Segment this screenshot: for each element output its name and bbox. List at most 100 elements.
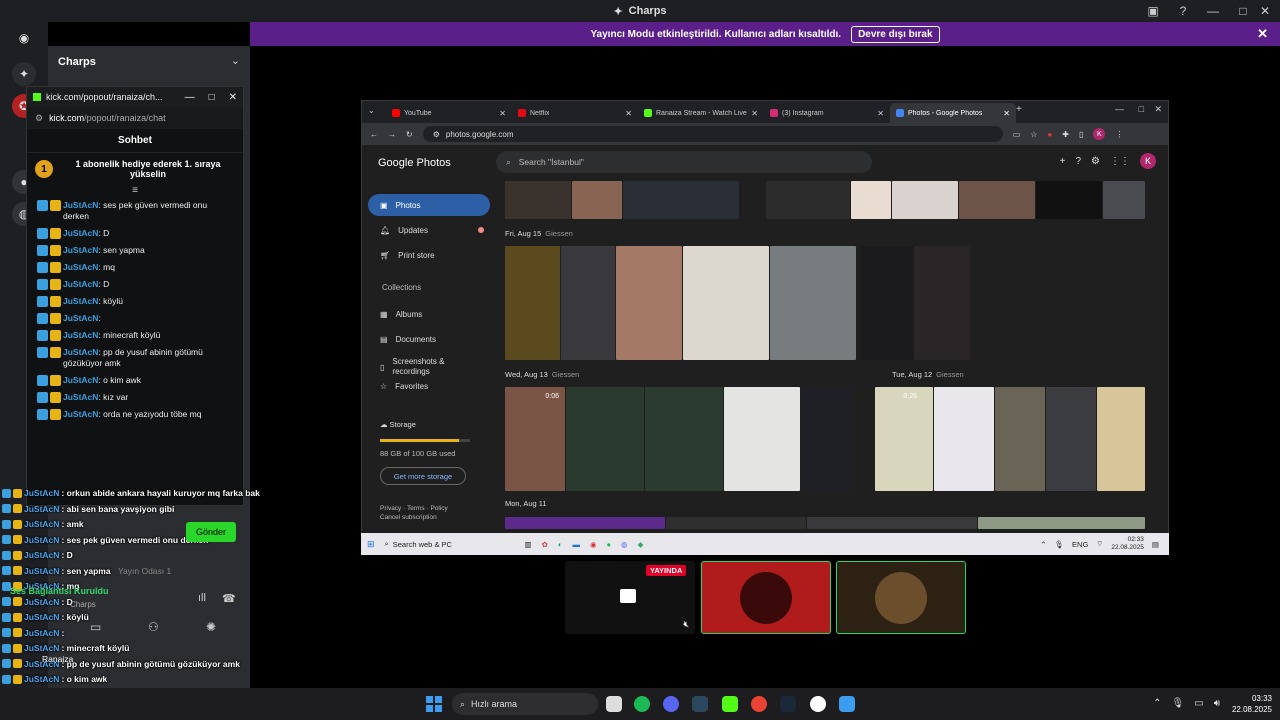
photo-thumbnail[interactable] (892, 181, 958, 219)
apps-grid-icon[interactable]: ⋮⋮ (1110, 156, 1130, 167)
user-name[interactable]: Ranaiza (42, 654, 73, 664)
cast-icon[interactable]: ▭ (1013, 130, 1021, 139)
language-indicator[interactable]: ENG (1072, 540, 1088, 549)
photo-thumbnail[interactable] (934, 387, 994, 491)
nav-albums[interactable]: ▦ Albums (368, 303, 490, 325)
gift-sub-promo[interactable]: 1 1 abonelik hediye ederek 1. sıraya yük… (27, 153, 243, 185)
terms-link[interactable]: Terms (407, 505, 425, 512)
close-tab-icon[interactable]: ✕ (751, 109, 758, 118)
photo-thumbnail[interactable] (505, 181, 571, 219)
popout-url-bar[interactable]: ⚙ kick.com/popout/ranaiza/chat (27, 107, 243, 129)
video-thumbnail[interactable]: 0:26 (875, 387, 933, 491)
photo-thumbnail[interactable] (572, 181, 622, 219)
photo-thumbnail[interactable] (807, 517, 977, 529)
google-photos-logo[interactable]: Google Photos (378, 157, 451, 169)
address-bar[interactable]: ⚙ photos.google.com (422, 126, 1003, 142)
help-icon[interactable]: ? (1075, 156, 1081, 167)
send-button[interactable]: Gönder (186, 522, 236, 542)
chevron-up-icon[interactable]: ⌃ (1153, 698, 1161, 709)
server-icon-charps[interactable]: ✦ (12, 62, 36, 86)
photo-thumbnail[interactable] (505, 246, 560, 360)
close-tab-icon[interactable]: ✕ (1003, 109, 1010, 118)
discord-icon[interactable] (663, 696, 679, 712)
chat-username[interactable]: JuStAcN (63, 330, 98, 340)
photos-search[interactable]: ⌕ Search "İstanbul" (496, 151, 872, 173)
browser-tab[interactable]: (3) Instagram ✕ (764, 103, 890, 123)
photo-thumbnail[interactable] (1097, 387, 1145, 491)
new-tab-button[interactable]: + (1016, 104, 1022, 115)
photo-thumbnail[interactable] (851, 181, 891, 219)
forward-icon[interactable]: → (388, 130, 396, 139)
windows-start-icon[interactable]: ⊞ (367, 539, 375, 550)
nav-print-store[interactable]: 🛒︎ Print store (368, 244, 490, 266)
photo-thumbnail[interactable] (645, 387, 723, 491)
photo-thumbnail[interactable] (861, 246, 913, 360)
app-icon[interactable] (810, 696, 826, 712)
close-button[interactable]: ✕ (229, 92, 237, 103)
tab-search-icon[interactable]: ⌄ (368, 106, 375, 115)
help-icon[interactable]: ? (1168, 0, 1198, 22)
minimize-button[interactable]: — (1115, 104, 1124, 114)
nav-documents[interactable]: ▤ Documents (368, 328, 490, 350)
photo-thumbnail[interactable] (995, 387, 1045, 491)
notifications-icon[interactable]: ▤ (1152, 540, 1159, 549)
chat-username[interactable]: JuStAcN (63, 228, 98, 238)
close-button[interactable]: ✕ (1250, 0, 1280, 22)
photo-thumbnail[interactable] (959, 181, 1035, 219)
close-button[interactable]: ✕ (1154, 104, 1162, 115)
sidebar-icon[interactable]: ▯ (1079, 130, 1083, 139)
muted-speaker-icon[interactable]: 🔇︎ (683, 619, 689, 630)
photo-thumbnail[interactable] (1046, 387, 1096, 491)
banner-close-icon[interactable]: ✕ (1257, 26, 1268, 42)
photo-thumbnail[interactable] (666, 517, 806, 529)
back-icon[interactable]: ← (370, 130, 378, 139)
minimize-button[interactable]: — (1198, 0, 1228, 22)
privacy-link[interactable]: Privacy (380, 505, 401, 512)
chat-username[interactable]: JuStAcN (63, 392, 98, 402)
extensions-icon[interactable]: ✚ (1062, 130, 1069, 139)
app-icon[interactable] (839, 696, 855, 712)
site-info-icon[interactable]: ⚙ (433, 130, 440, 139)
photo-thumbnail[interactable] (1103, 181, 1145, 219)
task-view-icon[interactable]: ▥ (525, 540, 532, 549)
chat-username[interactable]: JuStAcN (63, 347, 98, 357)
streamer-clock[interactable]: 02:33 22.08.2025 (1111, 536, 1144, 552)
chat-username[interactable]: JuStAcN (63, 245, 98, 255)
taskbar-clock[interactable]: 03:33 22.08.2025 (1232, 693, 1272, 715)
edge-icon[interactable]: ◐ (558, 540, 563, 549)
photo-thumbnail[interactable] (623, 181, 739, 219)
photo-thumbnail[interactable] (770, 246, 856, 360)
speaker-icon[interactable]: 🔊︎ (1214, 698, 1220, 709)
browser-tab[interactable]: YouTube ✕ (386, 103, 512, 123)
add-icon[interactable]: + (1060, 156, 1066, 167)
microphone-icon[interactable]: 🎙︎ (1055, 540, 1065, 549)
spotify-icon[interactable]: ● (607, 540, 612, 549)
menu-icon[interactable]: ⋮ (1115, 130, 1123, 139)
disable-streamer-mode-button[interactable]: Devre dışı bırak (851, 25, 940, 43)
minimize-button[interactable]: — (185, 92, 195, 103)
stream-tile-user[interactable] (836, 561, 966, 634)
chat-username[interactable]: JuStAcN (63, 296, 98, 306)
site-settings-icon[interactable]: ⚙ (35, 113, 43, 124)
chat-username[interactable]: JuStAcN (63, 279, 98, 289)
explorer-icon[interactable]: ▬ (572, 540, 580, 549)
copilot-icon[interactable]: ✿ (542, 540, 548, 549)
account-avatar[interactable]: K (1140, 153, 1156, 169)
policy-link[interactable]: Policy (430, 505, 447, 512)
windows-start-icon[interactable] (426, 696, 442, 712)
photo-thumbnail[interactable] (561, 246, 615, 360)
close-tab-icon[interactable]: ✕ (877, 109, 884, 118)
inbox-icon[interactable]: ▣ (1138, 0, 1168, 22)
task-view-icon[interactable] (606, 696, 622, 712)
microphone-icon[interactable]: 🎙︎ (1172, 698, 1185, 709)
maximize-button[interactable]: □ (1139, 104, 1144, 114)
close-tab-icon[interactable]: ✕ (499, 109, 506, 118)
chevron-down-icon[interactable]: ⌄ (231, 54, 240, 67)
chat-username[interactable]: JuStAcN (63, 200, 98, 210)
chrome-icon[interactable] (751, 696, 767, 712)
nav-favorites[interactable]: ☆ Favorites (368, 381, 490, 391)
disconnect-icon[interactable]: ☎ (222, 592, 236, 605)
bookmark-star-icon[interactable]: ☆ (1030, 130, 1037, 139)
reload-icon[interactable]: ↻ (406, 130, 413, 139)
browser-tab[interactable]: Photos - Google Photos ✕ (890, 103, 1016, 123)
